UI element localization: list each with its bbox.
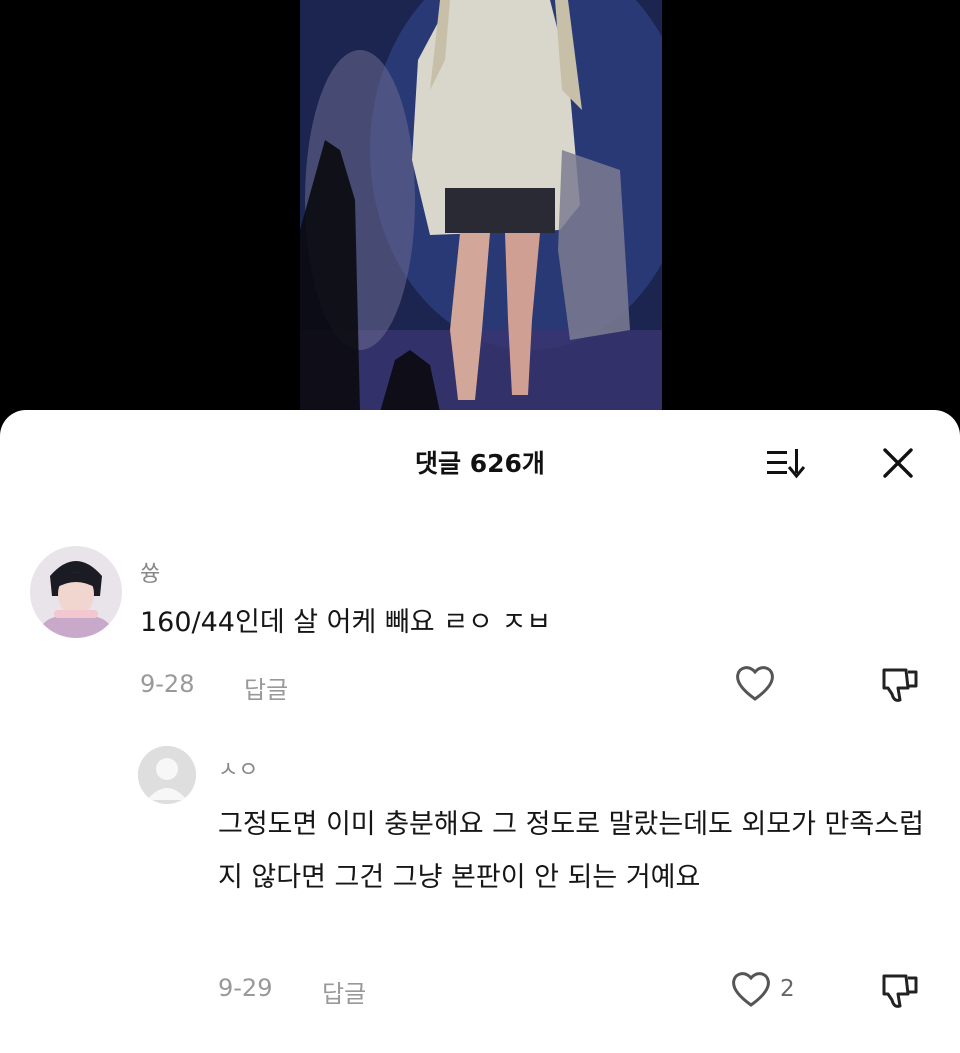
close-icon [883,448,913,478]
comment-text: 160/44인데 살 어케 빼요 ㄹㅇ ㅈㅂ [140,607,552,638]
comment-username[interactable]: ㅅㅇ [218,752,258,784]
comment-username[interactable]: 쓩 [140,556,160,588]
comment-date: 9-28 [140,670,195,698]
default-user-avatar [138,746,196,804]
comment-text: 그정도면 이미 충분해요 그 정도로 말랐는데도 외모가 만족스럽지 않다면 그… [218,809,924,893]
thumbs-down-icon [882,974,918,1008]
close-button[interactable] [873,438,923,488]
sort-button[interactable] [760,438,810,488]
video-player[interactable] [0,0,960,440]
dislike-button[interactable] [878,970,922,1012]
sort-icon [767,449,805,479]
heart-icon [732,972,770,1007]
avatar[interactable] [30,546,122,638]
comment-date: 9-29 [218,974,273,1002]
heart-icon [736,666,774,701]
comments-sheet: 댓글 626개 쓩 160/44인데 살 어케 빼요 ㄹㅇ ㅈㅂ 9-28 답글… [0,410,960,1053]
thumbs-down-icon [882,668,918,702]
like-button[interactable]: 2 [730,970,795,1008]
reply-button[interactable]: 답글 [244,670,288,705]
like-button[interactable] [734,664,776,702]
user-photo-avatar [30,546,122,638]
comments-title: 댓글 626개 [415,449,545,478]
video-still-image [300,0,662,412]
avatar[interactable] [138,746,196,804]
like-count: 2 [780,976,795,1002]
reply-button[interactable]: 답글 [322,974,366,1009]
video-frame [300,0,662,412]
dislike-button[interactable] [878,664,922,706]
